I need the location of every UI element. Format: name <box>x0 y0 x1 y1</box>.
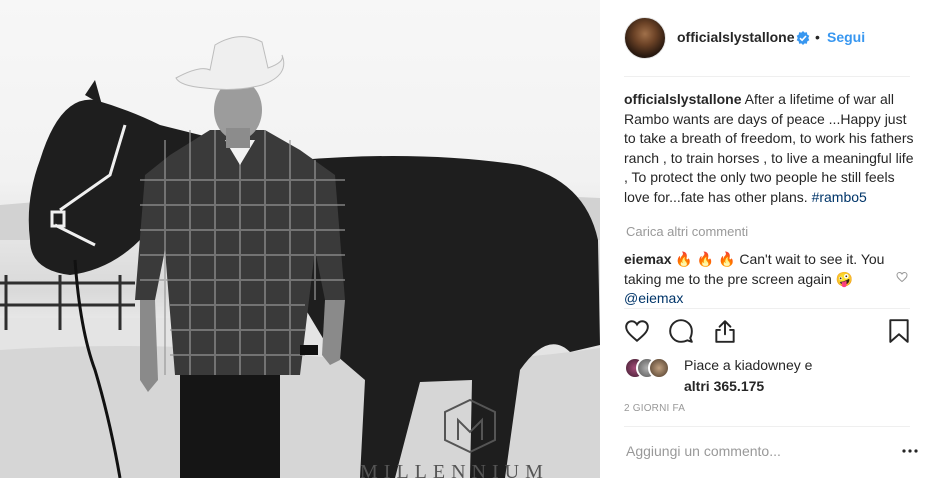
likes-text[interactable]: Piace a kiadowney e altri 365.175 <box>684 355 812 397</box>
post-header: officialslystallone • Segui <box>600 0 934 76</box>
load-more-comments-button[interactable]: Carica altri commenti <box>626 224 748 239</box>
comment-mention[interactable]: @eiemax <box>624 290 683 306</box>
share-icon[interactable] <box>712 318 738 344</box>
header-divider <box>624 76 910 77</box>
add-comment-input[interactable]: Aggiungi un commento... <box>626 443 781 459</box>
actions-divider <box>624 308 910 309</box>
follow-button[interactable]: Segui <box>827 29 865 45</box>
comment-box-divider <box>624 426 910 427</box>
cowboy-hat <box>175 36 285 90</box>
likes-line-1: Piace a kiadowney e <box>684 357 813 373</box>
man-left-hand <box>140 300 158 392</box>
photo-watermark-text: MILLENNIUM <box>360 461 549 478</box>
caption-hashtag[interactable]: #rambo5 <box>812 189 867 205</box>
heart-icon[interactable] <box>624 318 650 344</box>
separator-dot: • <box>815 29 820 45</box>
post-caption: officialslystallone After a lifetime of … <box>624 90 914 207</box>
header-username[interactable]: officialslystallone <box>677 29 794 45</box>
bookmark-icon[interactable] <box>886 318 912 344</box>
verified-badge-icon <box>796 31 810 45</box>
photo-illustration: MILLENNIUM <box>0 36 600 478</box>
post-photo[interactable]: MILLENNIUM <box>0 0 600 478</box>
caption-username[interactable]: officialslystallone <box>624 91 741 107</box>
comment-emojis: 🔥 🔥 🔥 <box>675 251 736 267</box>
liker-avatar[interactable] <box>648 357 670 379</box>
wristwatch <box>300 345 318 355</box>
post-side-panel: officialslystallone • Segui officialslys… <box>600 0 934 478</box>
comment-like-heart-icon[interactable] <box>896 271 908 283</box>
man-jeans <box>180 365 280 478</box>
more-options-icon[interactable] <box>902 447 918 455</box>
comment-bubble-icon[interactable] <box>668 318 694 344</box>
post-timestamp[interactable]: 2 GIORNI FA <box>624 403 685 414</box>
caption-text: After a lifetime of war all Rambo wants … <box>624 91 914 205</box>
comment-item: eiemax 🔥 🔥 🔥 Can't wait to see it. You t… <box>624 250 894 309</box>
post-actions <box>600 318 934 348</box>
comment-emoji: 🤪 <box>835 270 854 287</box>
likes-line-2: altri 365.175 <box>684 378 765 394</box>
avatar[interactable] <box>624 17 666 59</box>
comment-username[interactable]: eiemax <box>624 251 671 267</box>
likes-summary: Piace a kiadowney e altri 365.175 <box>624 355 914 395</box>
